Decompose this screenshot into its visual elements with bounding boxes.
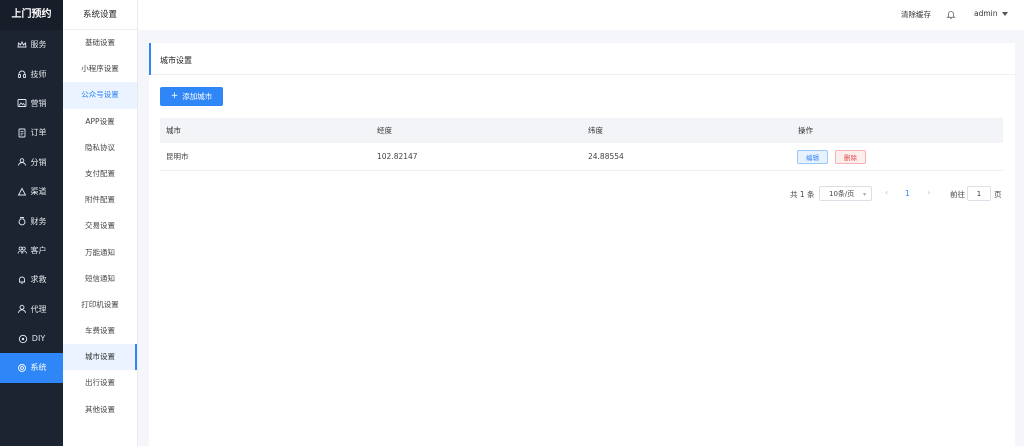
- subnav-item-printer[interactable]: 打印机设置: [63, 292, 137, 318]
- user-menu[interactable]: admin: [974, 9, 1008, 18]
- page-title: 城市设置: [160, 56, 192, 65]
- page-number-current[interactable]: 1: [905, 189, 910, 198]
- users-icon: [17, 157, 27, 167]
- pagination: 共 1 条 10条/页 ▾ ‹ 1 › 前往 页: [149, 186, 1015, 202]
- next-page-button[interactable]: ›: [927, 188, 930, 197]
- nav-label: 求救: [30, 275, 47, 285]
- subnav-title: 系统设置: [63, 0, 137, 30]
- subnav-item-attachment[interactable]: 附件配置: [63, 187, 137, 213]
- nav-label: 营销: [30, 98, 47, 108]
- nav-label: 服务: [30, 40, 47, 50]
- subnav-item-app[interactable]: APP设置: [63, 109, 137, 135]
- add-city-button[interactable]: + 添加城市: [160, 87, 223, 106]
- nav-item-agent[interactable]: 代理: [0, 295, 63, 324]
- column-header-actions: 操作: [798, 126, 813, 135]
- subnav-item-city[interactable]: 城市设置: [63, 344, 137, 371]
- gear-icon: [17, 363, 27, 373]
- headset-icon: [17, 69, 27, 79]
- nav-item-customer[interactable]: 客户: [0, 236, 63, 265]
- subnav-item-trade[interactable]: 交易设置: [63, 213, 137, 239]
- subnav-item-basic[interactable]: 基础设置: [63, 30, 137, 56]
- cell-latitude: 24.88554: [588, 152, 624, 161]
- image-icon: [17, 98, 27, 108]
- table-row: 昆明市 102.82147 24.88554 编辑 删除: [160, 143, 1003, 171]
- cell-city: 昆明市: [166, 152, 189, 161]
- bell-icon: [17, 275, 27, 285]
- panel-header: 城市设置: [149, 43, 1015, 75]
- delete-button[interactable]: 删除: [835, 150, 866, 164]
- cell-longitude: 102.82147: [377, 152, 418, 161]
- subnav-item-notification[interactable]: 万能通知: [63, 240, 137, 266]
- money-bag-icon: [17, 216, 27, 226]
- subnav-item-privacy[interactable]: 隐私协议: [63, 135, 137, 161]
- nav-item-technician[interactable]: 技师: [0, 59, 63, 88]
- nav-label: 代理: [30, 304, 47, 314]
- nav-label: 财务: [30, 216, 47, 226]
- bell-icon[interactable]: [946, 9, 956, 20]
- nav-label: 技师: [30, 69, 47, 79]
- subnav-item-other[interactable]: 其他设置: [63, 397, 137, 423]
- top-header: 清除缓存 admin: [138, 0, 1024, 30]
- subnav-item-fare[interactable]: 车费设置: [63, 318, 137, 344]
- subnav-item-official-account[interactable]: 公众号设置: [63, 82, 137, 109]
- palette-icon: [18, 334, 28, 344]
- username: admin: [974, 9, 998, 18]
- goto-label: 前往: [950, 190, 965, 199]
- nav-label: 订单: [30, 128, 47, 138]
- subnav-item-sms[interactable]: 短信通知: [63, 266, 137, 292]
- subnav-item-payment[interactable]: 支付配置: [63, 161, 137, 187]
- nav-item-service[interactable]: 服务: [0, 30, 63, 59]
- nav-label: 分销: [30, 157, 47, 167]
- subnav-item-travel[interactable]: 出行设置: [63, 370, 137, 396]
- column-header-city: 城市: [166, 126, 181, 135]
- subnav-item-miniprogram[interactable]: 小程序设置: [63, 56, 137, 82]
- nav-item-sos[interactable]: 求救: [0, 265, 63, 294]
- total-count: 共 1 条: [790, 190, 815, 199]
- nav-item-finance[interactable]: 财务: [0, 206, 63, 235]
- nav-item-marketing[interactable]: 营销: [0, 89, 63, 118]
- table-header: 城市 经度 纬度 操作: [160, 118, 1003, 143]
- recycle-icon: [17, 187, 27, 197]
- caret-down-icon: [1001, 11, 1008, 16]
- prev-page-button[interactable]: ‹: [885, 188, 888, 197]
- nav-label: 系统: [30, 363, 47, 373]
- settings-subnav: 系统设置 基础设置 小程序设置 公众号设置 APP设置 隐私协议 支付配置 附件…: [63, 0, 138, 446]
- edit-button[interactable]: 编辑: [797, 150, 828, 164]
- group-icon: [17, 245, 27, 255]
- goto-page-input[interactable]: [967, 186, 991, 201]
- city-table: 城市 经度 纬度 操作 昆明市 102.82147 24.88554 编辑 删除: [160, 118, 1003, 171]
- add-city-label: 添加城市: [182, 92, 213, 101]
- brand-logo: 上门预约: [0, 0, 63, 30]
- nav-item-diy[interactable]: DIY: [0, 324, 63, 353]
- main-sidebar: 上门预约 服务 技师 营销 订单 分销 渠道 财务 客户 求救 代理 DIY 系…: [0, 0, 63, 446]
- chevron-down-icon: ▾: [862, 191, 866, 198]
- page-size-select[interactable]: 10条/页 ▾: [819, 186, 872, 201]
- clear-cache-button[interactable]: 清除缓存: [901, 9, 931, 20]
- plus-icon: +: [170, 91, 179, 101]
- crown-icon: [16, 40, 27, 50]
- document-icon: [17, 128, 27, 138]
- nav-item-orders[interactable]: 订单: [0, 118, 63, 147]
- nav-item-distribution[interactable]: 分销: [0, 148, 63, 177]
- page-suffix: 页: [994, 190, 1002, 199]
- nav-label: 客户: [30, 245, 47, 255]
- city-settings-panel: 城市设置 + 添加城市 城市 经度 纬度 操作 昆明市 102.82147 24…: [149, 43, 1015, 446]
- column-header-latitude: 纬度: [588, 126, 603, 135]
- nav-item-system[interactable]: 系统: [0, 353, 63, 383]
- nav-label: DIY: [31, 334, 46, 344]
- column-header-longitude: 经度: [377, 126, 392, 135]
- page-size-value: 10条/页: [829, 189, 855, 198]
- nav-label: 渠道: [30, 187, 47, 197]
- user-icon: [17, 304, 27, 314]
- nav-item-channel[interactable]: 渠道: [0, 177, 63, 206]
